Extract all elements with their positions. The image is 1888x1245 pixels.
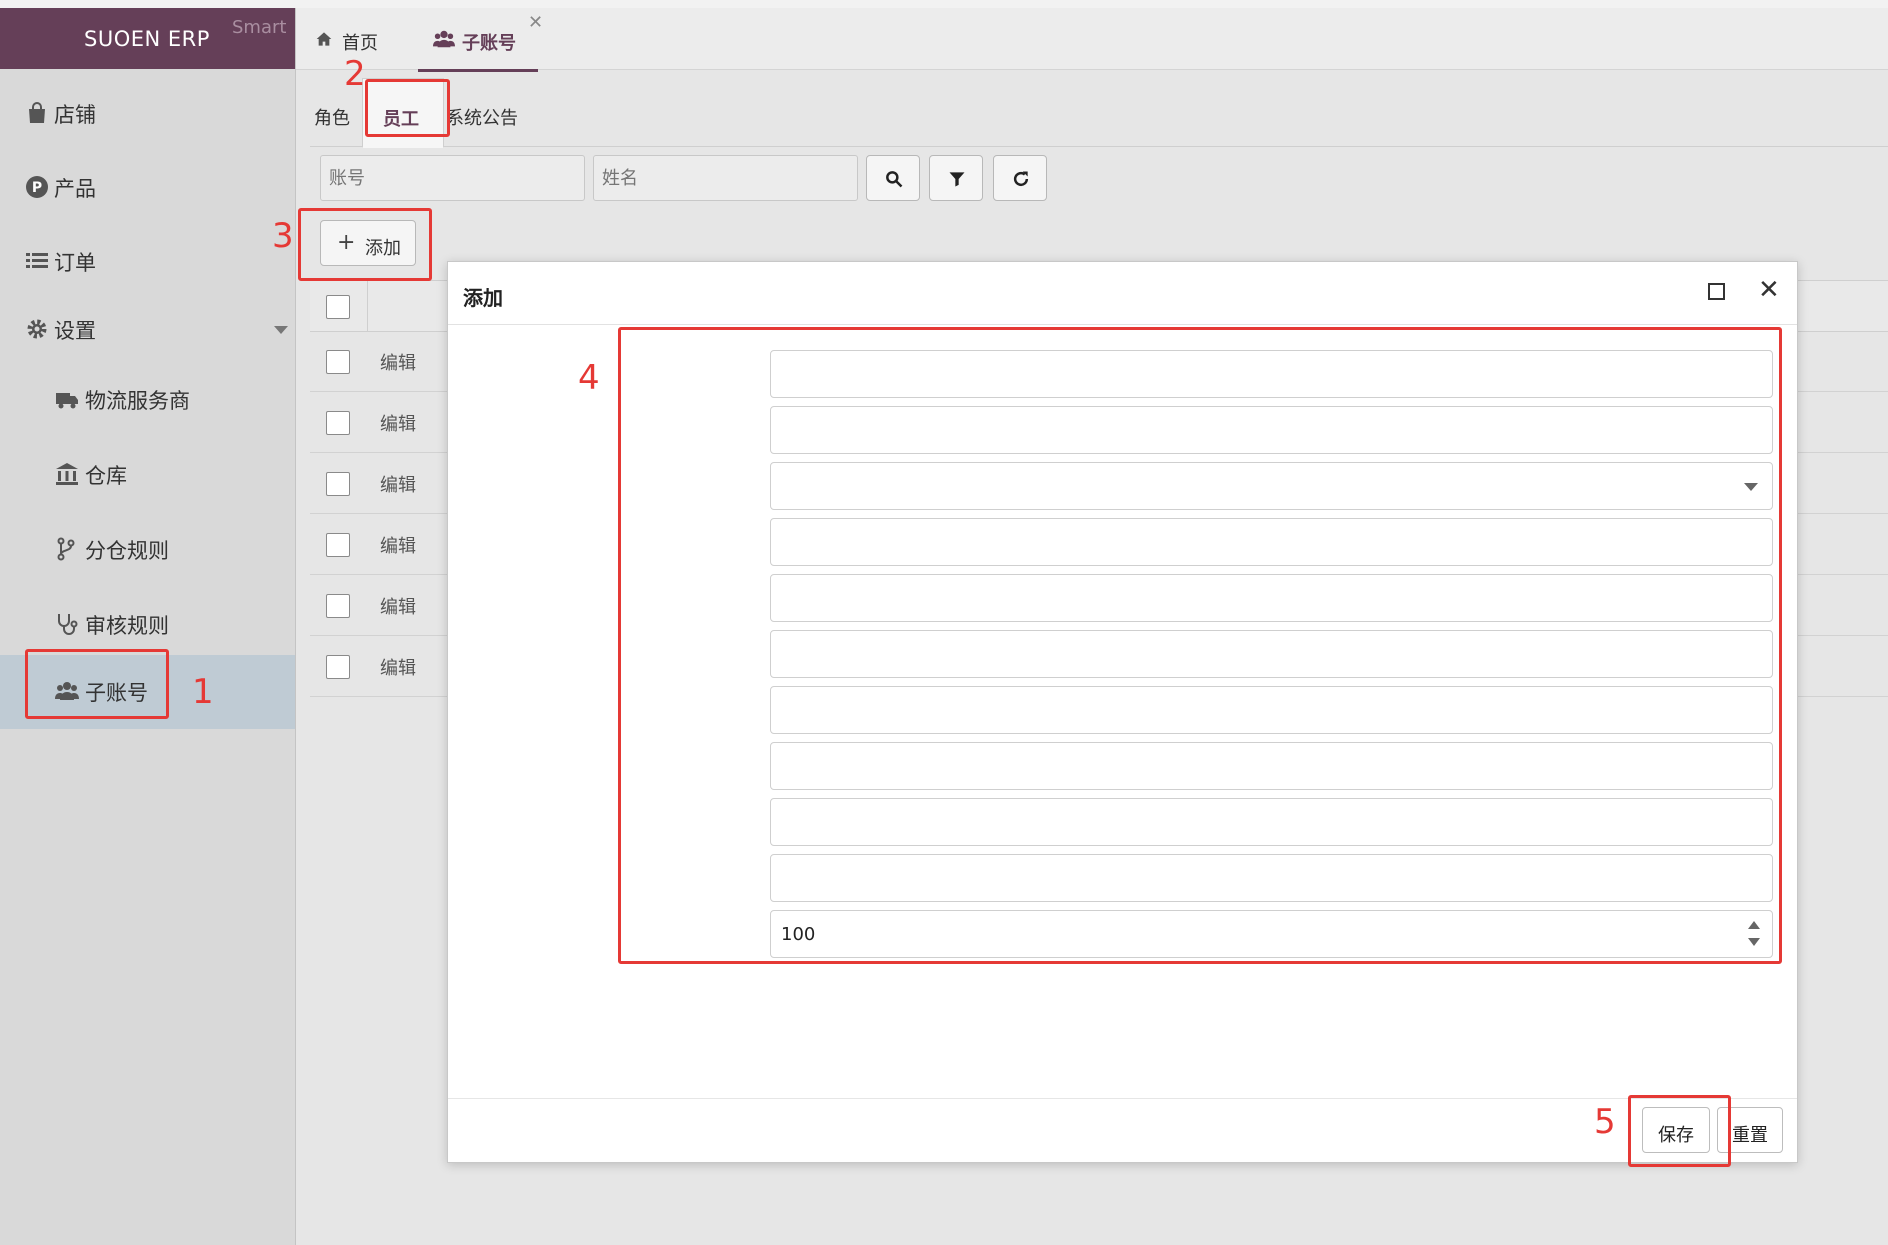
- sidebar-item-label: 产品: [54, 177, 96, 201]
- grid-divider: [367, 281, 368, 331]
- edit-link[interactable]: 编辑: [380, 410, 416, 436]
- sidebar-item-warehouse[interactable]: 仓库: [0, 438, 295, 512]
- filter-button[interactable]: [929, 155, 983, 201]
- users-icon: [433, 30, 455, 48]
- sidebar-item-label: 物流服务商: [85, 389, 190, 413]
- truck-icon: [56, 393, 78, 409]
- edit-link[interactable]: 编辑: [380, 349, 416, 375]
- reset-button-label: 重置: [1732, 1125, 1768, 1146]
- row-checkbox[interactable]: [326, 594, 350, 618]
- brand-name: SUOEN ERP: [84, 27, 210, 51]
- brand-header: SUOEN ERP Smart: [0, 8, 295, 69]
- annotation-box: [25, 649, 169, 719]
- sidebar-item-label: 订单: [54, 251, 96, 275]
- search-icon: [886, 171, 903, 188]
- account-search-input[interactable]: [320, 155, 585, 201]
- home-icon: [316, 32, 332, 46]
- sidebar-item-label: 店铺: [54, 103, 96, 127]
- sidebar: SUOEN ERP Smart 店铺 P 产品 订单 设置 物流服务商 仓库 分…: [0, 8, 296, 1245]
- sidebar-item-order[interactable]: 订单: [0, 225, 295, 299]
- maximize-icon[interactable]: [1708, 283, 1725, 300]
- sidebar-item-settings[interactable]: 设置: [0, 293, 295, 367]
- refresh-icon: [1013, 171, 1029, 187]
- subtab-role-label: 角色: [314, 108, 350, 129]
- annotation-number: 3: [272, 216, 294, 256]
- branch-icon: [57, 537, 75, 561]
- brand-subtitle: Smart: [232, 17, 287, 38]
- list-icon: [26, 253, 48, 268]
- sidebar-item-label: 仓库: [85, 464, 127, 488]
- tab-home-label: 首页: [342, 33, 378, 54]
- annotation-box: [298, 208, 432, 281]
- select-all-checkbox[interactable]: [326, 295, 350, 319]
- row-checkbox[interactable]: [326, 411, 350, 435]
- edit-link[interactable]: 编辑: [380, 532, 416, 558]
- subtab-announcement-label: 系统公告: [446, 108, 518, 129]
- product-p-icon: P: [26, 176, 48, 198]
- row-checkbox[interactable]: [326, 655, 350, 679]
- shopping-bag-icon: [29, 102, 45, 123]
- dialog-header: 添加 ✕: [448, 262, 1797, 325]
- close-tab-icon[interactable]: ✕: [528, 12, 543, 33]
- sidebar-item-logistics[interactable]: 物流服务商: [0, 363, 295, 437]
- page-tabbar: 首页 子账号 ✕: [296, 8, 1888, 72]
- bank-icon: [56, 463, 78, 485]
- row-checkbox[interactable]: [326, 350, 350, 374]
- sidebar-item-label: 审核规则: [85, 614, 169, 638]
- annotation-number: 2: [344, 54, 366, 94]
- subtab-announcement[interactable]: 系统公告: [446, 78, 556, 146]
- edit-link[interactable]: 编辑: [380, 471, 416, 497]
- annotation-number: 1: [192, 672, 214, 712]
- annotation-number: 5: [1594, 1102, 1616, 1142]
- chevron-down-icon: [274, 326, 288, 334]
- stethoscope-icon: [58, 614, 78, 635]
- annotation-number: 4: [578, 358, 600, 398]
- sidebar-item-split-rule[interactable]: 分仓规则: [0, 513, 295, 587]
- refresh-button[interactable]: [993, 155, 1047, 201]
- edit-link[interactable]: 编辑: [380, 593, 416, 619]
- tab-sub-account[interactable]: 子账号: [418, 8, 538, 72]
- filter-icon: [949, 172, 965, 187]
- annotation-box: [618, 327, 1782, 964]
- row-checkbox[interactable]: [326, 472, 350, 496]
- name-search-input[interactable]: [593, 155, 858, 201]
- search-button[interactable]: [866, 155, 920, 201]
- gear-icon: [27, 319, 47, 339]
- sidebar-item-shop[interactable]: 店铺: [0, 77, 295, 151]
- edit-link[interactable]: 编辑: [380, 654, 416, 680]
- sub-tabs: 角色 员工 系统公告: [310, 78, 1888, 148]
- tab-sub-account-label: 子账号: [462, 33, 516, 54]
- row-checkbox[interactable]: [326, 533, 350, 557]
- sidebar-item-product[interactable]: P 产品: [0, 151, 295, 225]
- annotation-box: [1628, 1095, 1731, 1167]
- annotation-box: [365, 79, 450, 137]
- dialog-title: 添加: [463, 286, 503, 310]
- sidebar-item-label: 设置: [54, 319, 96, 343]
- close-icon[interactable]: ✕: [1758, 275, 1780, 305]
- sidebar-item-label: 分仓规则: [85, 539, 169, 563]
- svg-text:P: P: [32, 180, 42, 196]
